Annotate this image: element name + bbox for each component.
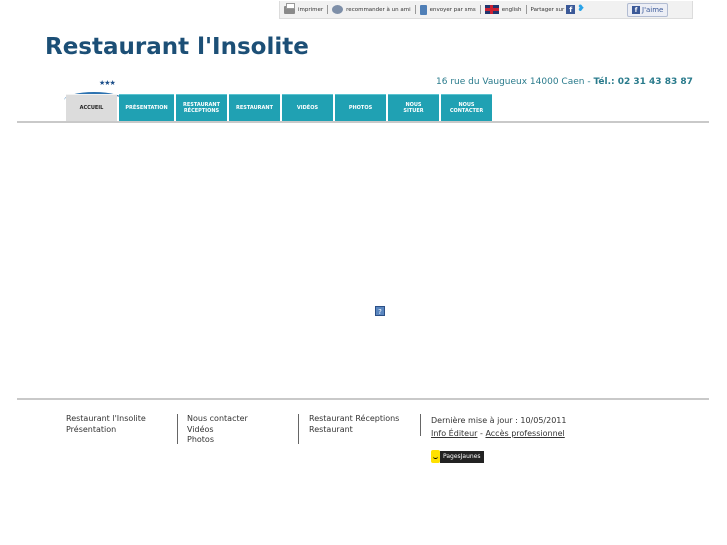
footer-column-4: Dernière mise à jour : 10/05/2011 Info É… [431, 414, 566, 440]
facebook-icon: f [632, 6, 640, 14]
tab-photos[interactable]: Photos [335, 94, 386, 121]
footer-divider [17, 398, 709, 400]
footer-link-nous-contacter[interactable]: Nous contacter [187, 414, 248, 425]
pagesjaunes-badge[interactable]: PagesJaunes [431, 449, 484, 464]
tab-nous-situer[interactable]: Nous situer [388, 94, 439, 121]
tab-label: Vidéos [296, 105, 319, 111]
pagesjaunes-logo-icon [431, 450, 440, 463]
footer-link-photos[interactable]: Photos [187, 435, 248, 446]
tab-nous-contacter[interactable]: Nous contacter [441, 94, 492, 121]
footer-separator [177, 414, 178, 444]
broken-image-icon: ? [375, 306, 385, 316]
footer-link-restaurant[interactable]: Restaurant [309, 425, 399, 436]
pro-access-link[interactable]: Accès professionnel [485, 429, 564, 438]
language-link[interactable]: english [481, 5, 526, 14]
tab-label: Nous situer [403, 102, 424, 114]
print-label: imprimer [298, 6, 324, 13]
tab-label: Nous contacter [449, 102, 484, 114]
pagesjaunes-label: PagesJaunes [440, 450, 484, 463]
footer-link-videos[interactable]: Vidéos [187, 425, 248, 436]
footer-column-1: Restaurant l'Insolite Présentation [66, 414, 146, 435]
footer-separator [420, 414, 421, 436]
recommend-label: recommander à un ami [346, 6, 411, 13]
tab-label: Photos [348, 105, 373, 111]
tab-label: Restaurant [236, 105, 273, 111]
footer-link-presentation[interactable]: Présentation [66, 425, 146, 436]
address-text: 16 rue du Vaugueux 14000 Caen [436, 77, 585, 87]
footer-separator [298, 414, 299, 444]
share-group: Partager sur f ❥ [527, 5, 589, 14]
footer-column-3: Restaurant Réceptions Restaurant [309, 414, 399, 435]
last-update-text: Dernière mise à jour : 10/05/2011 [431, 416, 567, 425]
tab-videos[interactable]: Vidéos [282, 94, 333, 121]
share-label: Partager sur [530, 6, 565, 13]
printer-icon [284, 2, 295, 14]
language-label: english [501, 6, 522, 13]
tab-presentation[interactable]: Présentation [119, 94, 174, 121]
star-rating: ★★★ [99, 79, 116, 87]
facebook-like-button[interactable]: f J'aime [627, 3, 669, 17]
sms-label: envoyer par sms [429, 6, 476, 13]
tab-label: Accueil [79, 105, 104, 111]
tab-accueil[interactable]: Accueil [66, 94, 117, 121]
phone-icon [419, 4, 427, 15]
tab-label: Restaurant Réceptions [183, 102, 220, 114]
contact-info: 16 rue du Vaugueux 14000 Caen - Tél.: 02… [436, 77, 693, 87]
page-title[interactable]: Restaurant l'Insolite [45, 34, 309, 60]
twitter-icon[interactable]: ❥ [577, 5, 585, 14]
uk-flag-icon [484, 5, 499, 14]
like-label: J'aime [642, 6, 664, 14]
link-dash: - [480, 429, 483, 438]
tab-label: Présentation [125, 105, 168, 111]
phone-number: Tél.: 02 31 43 83 87 [593, 77, 693, 87]
tab-restaurant-receptions[interactable]: Restaurant Réceptions [176, 94, 227, 121]
main-nav: Accueil Présentation Restaurant Réceptio… [66, 94, 494, 121]
facebook-icon[interactable]: f [566, 5, 576, 14]
footer-link-restaurant-linsolite[interactable]: Restaurant l'Insolite [66, 414, 146, 425]
recommend-friend-icon [332, 5, 344, 14]
header-divider [17, 121, 709, 123]
info-editeur-link[interactable]: Info Éditeur [431, 429, 477, 438]
footer-link-restaurant-receptions[interactable]: Restaurant Réceptions [309, 414, 399, 425]
footer-column-2: Nous contacter Vidéos Photos [187, 414, 248, 446]
tab-restaurant[interactable]: Restaurant [229, 94, 280, 121]
recommend-link[interactable]: recommander à un ami [328, 5, 414, 14]
sms-link[interactable]: envoyer par sms [416, 4, 480, 15]
print-link[interactable]: imprimer [280, 2, 327, 14]
